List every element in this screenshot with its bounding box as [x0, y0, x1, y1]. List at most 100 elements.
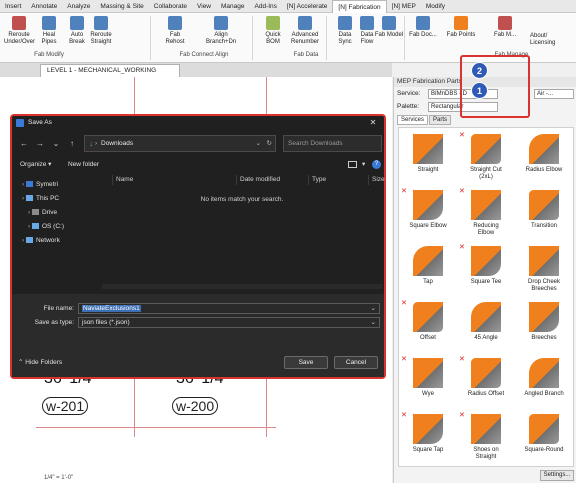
chevron-down-icon[interactable]: ⌄: [371, 318, 376, 327]
ribbon-tab[interactable]: Modify: [421, 0, 450, 13]
ribbon-tab[interactable]: [N] Accelerate: [282, 0, 332, 13]
ribbon-group-label: Fab Modify: [34, 52, 64, 58]
about-licensing-button[interactable]: About/ Licensing: [530, 33, 555, 46]
nav-item[interactable]: › Symetri: [22, 179, 58, 191]
fitting-item[interactable]: Transition: [515, 186, 573, 242]
ribbon-button[interactable]: Fab M...: [490, 15, 520, 49]
new-folder-button[interactable]: New folder: [68, 158, 99, 172]
save-button[interactable]: Save: [284, 356, 328, 369]
ribbon-button[interactable]: Advanced Renumber: [290, 15, 320, 49]
column-header-size[interactable]: Size: [368, 175, 385, 185]
fittings-grid: Straight ✕ Straight Cut (2xL) Radius Elbow ✕…: [398, 127, 574, 467]
tool-icon: [214, 16, 228, 30]
ribbon-tab[interactable]: [N] MEP: [387, 0, 421, 13]
fitting-item[interactable]: ✕ Square Elbow: [399, 186, 457, 242]
chevron-down-icon[interactable]: ⌄: [371, 304, 376, 313]
ribbon-tab[interactable]: Annotate: [26, 0, 62, 13]
fitting-icon: [529, 246, 559, 276]
unavailable-icon: ✕: [401, 300, 407, 307]
fitting-item[interactable]: ✕ Shoes on Straight: [457, 410, 515, 466]
fitting-label: Radius Offset: [467, 391, 505, 397]
search-input[interactable]: Search Downloads: [283, 135, 382, 152]
unavailable-icon: ✕: [459, 244, 465, 251]
view-dropdown-icon[interactable]: ▾: [362, 158, 365, 172]
folder-icon: [31, 209, 39, 215]
ribbon-tab[interactable]: Manage: [216, 0, 250, 13]
ribbon-button[interactable]: Fab Rehost: [160, 15, 190, 49]
fitting-icon: [471, 134, 501, 164]
horizontal-scrollbar[interactable]: [102, 284, 382, 289]
fitting-item[interactable]: Tap: [399, 242, 457, 298]
ribbon-button[interactable]: Align Branch+Dn: [206, 15, 236, 49]
ribbon-tab[interactable]: Add-Ins: [250, 0, 282, 13]
fitting-item[interactable]: Angled Branch: [515, 354, 573, 410]
fitting-label: Radius Elbow: [525, 167, 563, 173]
cancel-button[interactable]: Cancel: [334, 356, 378, 369]
fitting-item[interactable]: Radius Elbow: [515, 130, 573, 186]
equipment-tag[interactable]: w-201: [42, 397, 89, 415]
ribbon-button[interactable]: Reroute Under/Over: [4, 15, 35, 49]
fitting-item[interactable]: Breeches: [515, 298, 573, 354]
back-arrow-icon[interactable]: ←: [18, 138, 30, 150]
fitting-item[interactable]: ✕ Reducing Elbow: [457, 186, 515, 242]
column-header-date[interactable]: Date modified: [236, 175, 280, 185]
fitting-item[interactable]: ✕ Wye: [399, 354, 457, 410]
fitting-item[interactable]: ✕ Offset: [399, 298, 457, 354]
up-arrow-icon[interactable]: ↑: [66, 138, 78, 150]
column-header-type[interactable]: Type: [308, 175, 326, 185]
save-type-value: json files (*.json): [82, 319, 130, 326]
equipment-tag[interactable]: w-200: [172, 397, 219, 415]
ribbon-button[interactable]: Heal Pipes: [34, 15, 64, 49]
ribbon-tab[interactable]: Insert: [0, 0, 26, 13]
fitting-item[interactable]: 45 Angle: [457, 298, 515, 354]
ribbon-button[interactable]: Fab Doc...: [408, 15, 438, 49]
save-type-select[interactable]: json files (*.json) ⌄: [78, 317, 380, 328]
fitting-icon: [413, 414, 443, 444]
mep-fabrication-palette: MEP Fabrication Parts Service: BIMnDBS -…: [393, 77, 576, 483]
fitting-item[interactable]: ✕ Radius Offset: [457, 354, 515, 410]
view-tab-level1[interactable]: LEVEL 1 - MECHANICAL_WORKING: [40, 64, 180, 77]
fitting-label: Square Tap: [412, 447, 444, 453]
recent-chevron-icon[interactable]: ⌄: [50, 138, 62, 150]
view-options-icon[interactable]: [348, 161, 357, 168]
nav-item[interactable]: › Drive: [28, 207, 57, 219]
tab-services[interactable]: Services: [397, 115, 429, 125]
dropdown-icon[interactable]: ⌄: [256, 136, 261, 151]
tool-icon: [338, 16, 352, 30]
ribbon-tab[interactable]: Massing & Site: [95, 0, 148, 13]
ribbon-button[interactable]: Quick BOM: [258, 15, 288, 49]
nav-item[interactable]: › Network: [22, 235, 60, 247]
view-scale[interactable]: 1/4" = 1'-0": [44, 475, 73, 481]
fitting-item[interactable]: ✕ Straight Cut (2xL): [457, 130, 515, 186]
hide-folders-toggle[interactable]: ⌃ Hide Folders: [18, 358, 62, 366]
ribbon-tab[interactable]: Analyze: [62, 0, 95, 13]
tab-parts[interactable]: Parts: [429, 115, 452, 125]
ribbon-button[interactable]: Fab Model: [374, 15, 404, 49]
nav-item-label: This PC: [35, 195, 60, 202]
fitting-icon: [529, 302, 559, 332]
forward-arrow-icon[interactable]: →: [34, 138, 46, 150]
service-filter-select[interactable]: Air -...: [534, 89, 574, 99]
close-icon[interactable]: ✕: [368, 118, 378, 128]
ribbon-tab[interactable]: Collaborate: [149, 0, 192, 13]
fitting-item[interactable]: Drop Cheek Breeches: [515, 242, 573, 298]
help-icon[interactable]: ?: [372, 160, 381, 169]
refresh-icon[interactable]: ↻: [267, 136, 272, 151]
ribbon-button[interactable]: Fab Points: [446, 15, 476, 49]
ribbon-tab[interactable]: View: [192, 0, 216, 13]
filename-value: NaviateExclusions1: [82, 305, 141, 312]
filename-input[interactable]: NaviateExclusions1 ⌄: [78, 303, 380, 314]
address-bar[interactable]: ↓ › Downloads ⌄ ↻: [84, 135, 276, 152]
fitting-item[interactable]: Square-Round: [515, 410, 573, 466]
nav-item[interactable]: › OS (C:): [28, 221, 64, 233]
settings-button[interactable]: Settings...: [540, 470, 574, 481]
column-header-name[interactable]: Name: [112, 175, 133, 185]
fitting-item[interactable]: ✕ Square Tee: [457, 242, 515, 298]
fitting-item[interactable]: Straight: [399, 130, 457, 186]
fitting-item[interactable]: ✕ Square Tap: [399, 410, 457, 466]
nav-item[interactable]: › This PC: [22, 193, 59, 205]
organize-menu[interactable]: Organize ▾: [20, 158, 51, 172]
file-list[interactable]: Name Date modified Type Size No items ma…: [102, 174, 385, 292]
ribbon-button[interactable]: Reroute Straight: [86, 15, 116, 49]
ribbon-tab[interactable]: [N] Fabrication: [332, 0, 387, 13]
